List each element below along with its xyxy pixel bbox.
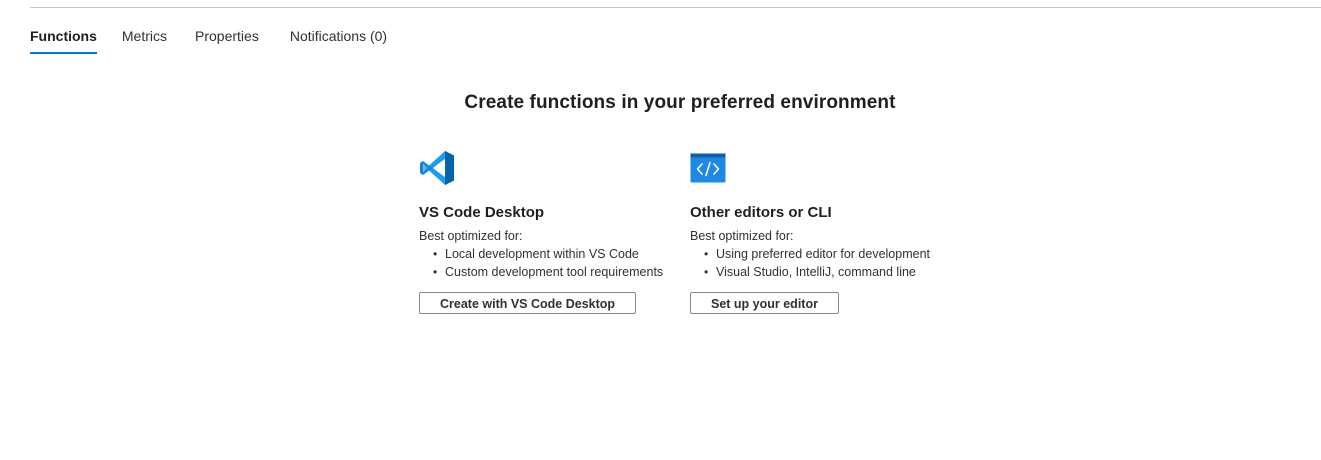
tab-bar: Functions Metrics Properties Notificatio… — [30, 22, 387, 56]
other-editors-card-subtitle: Best optimized for: — [690, 229, 794, 243]
tab-properties[interactable]: Properties — [195, 22, 259, 54]
vscode-card: VS Code Desktop Best optimized for: Loca… — [419, 150, 679, 314]
vscode-icon — [419, 150, 455, 186]
other-editors-card: Other editors or CLI Best optimized for:… — [690, 150, 960, 314]
create-with-vscode-button[interactable]: Create with VS Code Desktop — [419, 292, 637, 314]
top-divider — [30, 7, 1321, 8]
vscode-card-list: Local development within VS Code Custom … — [419, 245, 679, 281]
set-up-editor-button[interactable]: Set up your editor — [690, 292, 839, 314]
vscode-card-title: VS Code Desktop — [419, 204, 545, 221]
other-editors-card-title: Other editors or CLI — [690, 204, 832, 221]
tab-metrics[interactable]: Metrics — [122, 22, 167, 54]
list-item: Custom development tool requirements — [433, 263, 679, 281]
page-heading: Create functions in your preferred envir… — [464, 92, 896, 113]
tab-functions[interactable]: Functions — [30, 22, 97, 54]
code-editor-icon — [690, 150, 726, 186]
other-editors-card-list: Using preferred editor for development V… — [690, 245, 960, 281]
vscode-card-subtitle: Best optimized for: — [419, 229, 523, 243]
tab-notifications[interactable]: Notifications (0) — [290, 22, 387, 54]
list-item: Local development within VS Code — [433, 245, 679, 263]
list-item: Visual Studio, IntelliJ, command line — [704, 263, 960, 281]
list-item: Using preferred editor for development — [704, 245, 960, 263]
